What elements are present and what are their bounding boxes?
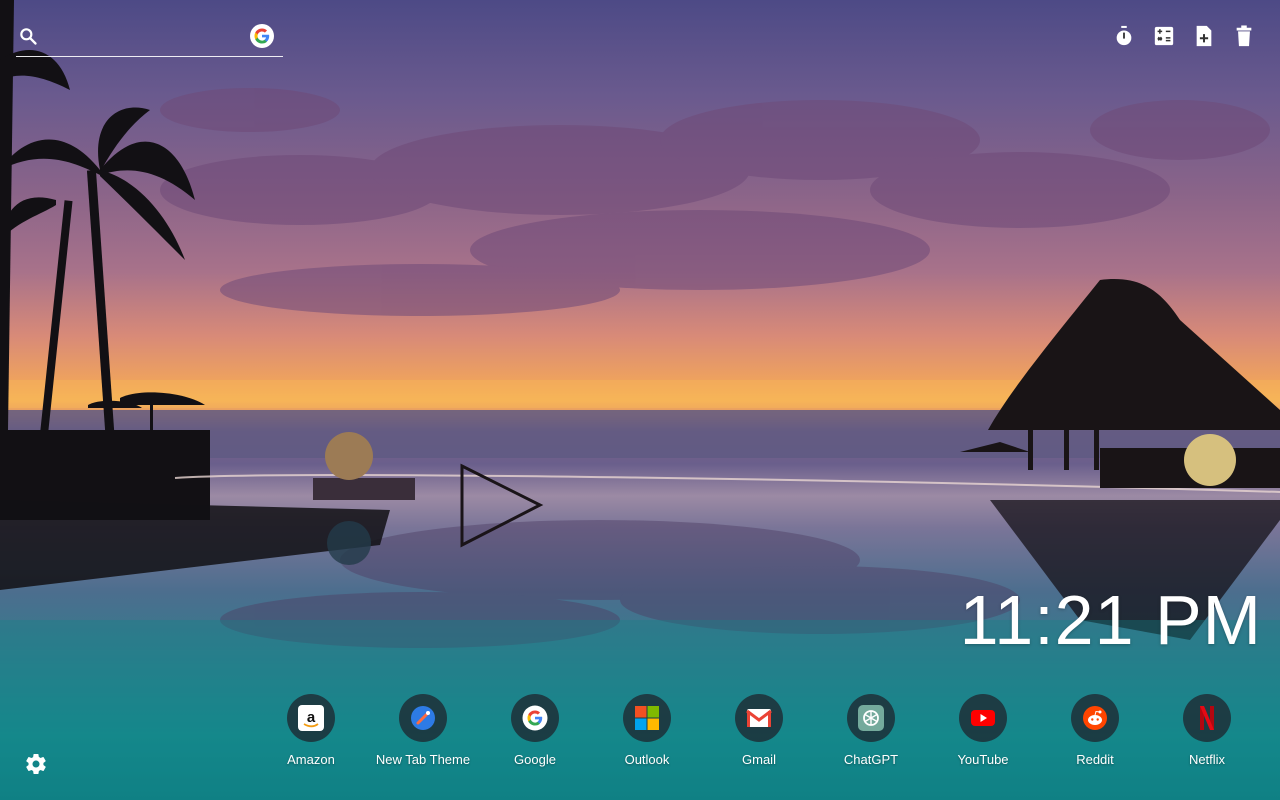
sunset-pool-wallpaper xyxy=(0,0,1280,800)
outlook-icon xyxy=(623,694,671,742)
svg-text:a: a xyxy=(307,709,316,726)
trash-icon[interactable] xyxy=(1232,24,1256,48)
clock-display: 11:21 PM xyxy=(959,581,1262,659)
shortcut-label: Amazon xyxy=(287,752,335,767)
timer-icon[interactable] xyxy=(1112,24,1136,48)
google-icon xyxy=(511,694,559,742)
shortcut-label: YouTube xyxy=(957,752,1009,767)
amazon-icon: a xyxy=(287,694,335,742)
shortcut-label: Reddit xyxy=(1076,752,1114,767)
search-bar xyxy=(16,22,283,57)
add-note-icon[interactable] xyxy=(1192,24,1216,48)
reddit-icon xyxy=(1071,694,1119,742)
shortcut-new-tab-theme[interactable]: New Tab Theme xyxy=(368,694,478,767)
gear-icon[interactable] xyxy=(24,752,48,776)
shortcut-outlook[interactable]: Outlook xyxy=(592,694,702,767)
calculator-icon[interactable] xyxy=(1152,24,1176,48)
youtube-icon xyxy=(959,694,1007,742)
shortcut-label: Gmail xyxy=(742,752,776,767)
shortcut-netflix[interactable]: Netflix xyxy=(1152,694,1262,767)
shortcut-label: Outlook xyxy=(624,752,670,767)
new-tab-theme-icon xyxy=(399,694,447,742)
new-tab-page: 11:21 PM a Amazon New Tab Theme Google O… xyxy=(0,0,1280,800)
gmail-icon xyxy=(735,694,783,742)
shortcut-google[interactable]: Google xyxy=(480,694,590,767)
shortcut-chatgpt[interactable]: ChatGPT xyxy=(816,694,926,767)
shortcut-label: New Tab Theme xyxy=(375,752,471,767)
netflix-icon xyxy=(1183,694,1231,742)
search-icon[interactable] xyxy=(18,26,38,46)
shortcut-gmail[interactable]: Gmail xyxy=(704,694,814,767)
shortcut-youtube[interactable]: YouTube xyxy=(928,694,1038,767)
shortcut-label: ChatGPT xyxy=(843,752,899,767)
shortcut-label: Netflix xyxy=(1188,752,1226,767)
chatgpt-icon xyxy=(847,694,895,742)
shortcut-amazon[interactable]: a Amazon xyxy=(256,694,366,767)
search-input[interactable] xyxy=(50,24,244,52)
shortcut-reddit[interactable]: Reddit xyxy=(1040,694,1150,767)
google-icon[interactable] xyxy=(250,24,274,48)
shortcut-label: Google xyxy=(514,752,556,767)
